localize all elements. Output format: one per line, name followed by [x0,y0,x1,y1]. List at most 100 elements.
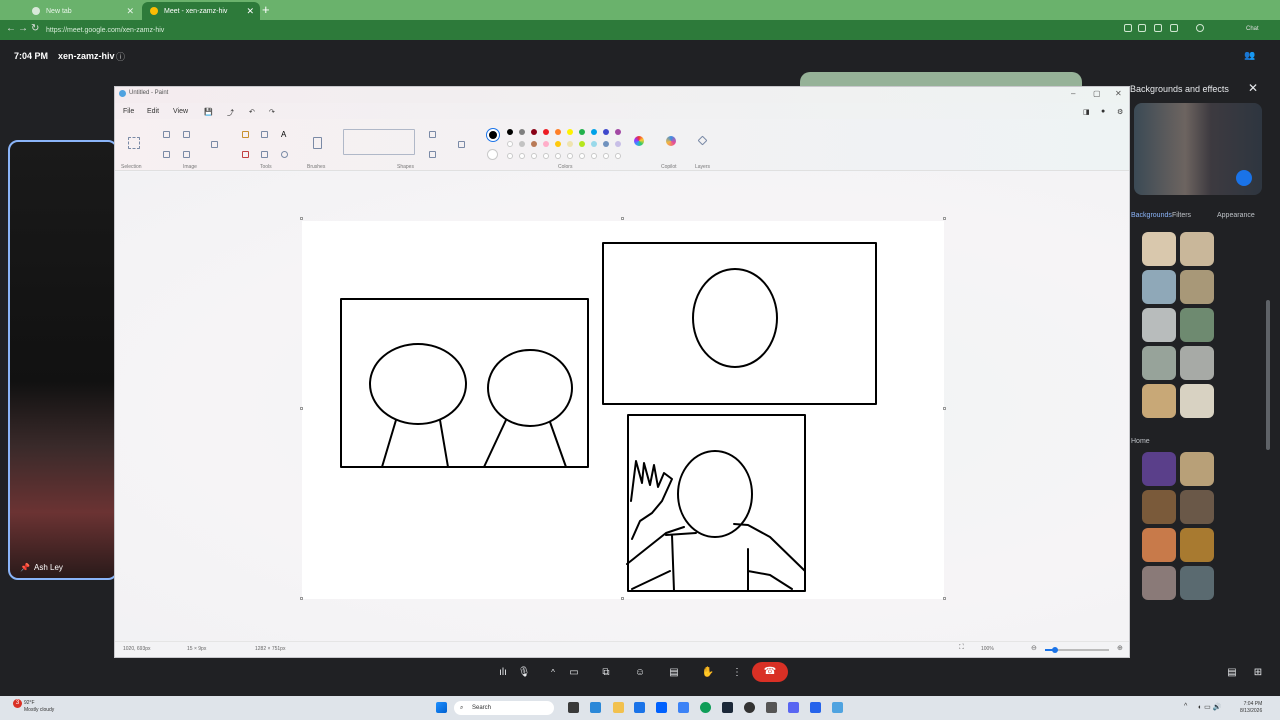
back-icon[interactable]: ← [6,23,16,34]
crop-icon[interactable] [163,131,170,138]
color-swatch[interactable] [555,141,561,147]
color-swatch[interactable] [567,141,573,147]
resize-handle[interactable] [300,217,303,220]
pin-icon[interactable]: 📌 [20,563,30,572]
people-icon[interactable]: 👥 [1244,50,1255,61]
drawing-canvas[interactable] [302,221,944,599]
close-icon[interactable]: ✕ [1115,89,1122,98]
activities-icon[interactable]: ⊞ [1246,664,1270,682]
emoji-reaction-icon[interactable]: ☺ [628,664,652,682]
resize-handle[interactable] [621,597,624,600]
profile-avatar-icon[interactable] [1196,24,1204,32]
url-field[interactable]: https://meet.google.com/xen-zamz-hiv [46,24,1116,37]
effects-layer-button[interactable] [1236,170,1252,186]
color-swatch[interactable] [555,153,561,159]
background-thumbnail[interactable] [1180,528,1214,562]
background-thumbnail[interactable] [1180,308,1214,342]
rotate-icon[interactable] [163,151,170,158]
obs-icon[interactable] [744,702,755,713]
share-icon[interactable]: ⤴ [227,108,234,118]
chat-icon[interactable]: ▤ [1220,664,1244,682]
resize-handle[interactable] [943,217,946,220]
tray-chevron-icon[interactable]: ^ [1184,703,1187,710]
taskbar-clock[interactable]: 7:04 PM 8/13/2026 [1240,701,1262,715]
participant-tile[interactable]: 📌 Ash Ley [8,140,118,580]
close-icon[interactable]: ✕ [246,6,254,17]
tab-meet[interactable]: Meet - xen-zamz-hiv ✕ [142,2,260,20]
chrome-icon[interactable] [700,702,711,713]
tab-appearance[interactable]: Appearance [1217,212,1255,219]
color-picker-icon[interactable] [261,151,268,158]
camera-icon[interactable]: ▭ [562,664,586,682]
resize-handle[interactable] [621,217,624,220]
background-thumbnail[interactable] [1142,452,1176,486]
settings-gear-icon[interactable]: ⚙ [1117,108,1123,116]
present-screen-icon[interactable]: ⧉ [594,664,618,682]
save-icon[interactable]: 💾 [204,108,213,116]
undo-icon[interactable]: ↶ [249,108,255,116]
new-tab-plus-icon[interactable]: + [262,2,270,17]
install-icon[interactable] [1124,24,1132,32]
text-tool-icon[interactable]: A [281,131,288,139]
task-view-icon[interactable] [568,702,579,713]
pencil-icon[interactable] [242,131,249,138]
account-icon[interactable]: ● [1101,108,1105,115]
captions-icon[interactable]: ▤ [662,664,686,682]
background-thumbnail[interactable] [1142,528,1176,562]
color-swatch[interactable] [567,129,573,135]
store-icon[interactable] [634,702,645,713]
color-swatch[interactable] [591,129,597,135]
color-swatch[interactable] [543,153,549,159]
color-swatch[interactable] [615,141,621,147]
color-swatch[interactable] [543,141,549,147]
edit-colors-icon[interactable] [634,136,644,146]
reload-icon[interactable]: ↻ [31,23,39,34]
image-select-icon[interactable] [211,141,218,148]
outline-icon[interactable] [429,131,436,138]
close-icon[interactable]: ✕ [1248,81,1258,95]
chat-button[interactable]: Chat [1246,26,1259,32]
copilot-icon[interactable] [666,136,676,146]
redo-icon[interactable]: ↷ [269,108,275,116]
color-swatch[interactable] [615,129,621,135]
color-swatch[interactable] [567,153,573,159]
flip-icon[interactable] [183,151,190,158]
color-swatch[interactable] [519,129,525,135]
maximize-icon[interactable]: ▢ [1093,89,1101,98]
taskbar-search[interactable]: ⌕ Search [454,701,554,715]
color-swatch[interactable] [507,129,513,135]
background-thumbnail[interactable] [1142,384,1176,418]
color-swatch[interactable] [507,153,513,159]
fill-bucket-icon[interactable] [261,131,268,138]
resize-handle[interactable] [300,597,303,600]
file-explorer-icon[interactable] [613,702,624,713]
color-swatch[interactable] [531,153,537,159]
magnifier-icon[interactable] [281,151,288,158]
fit-to-window-icon[interactable]: ⛶ [959,644,964,652]
tab-new-tab[interactable]: New tab ✕ [24,2,140,20]
background-thumbnail[interactable] [1142,232,1176,266]
color-swatch[interactable] [615,153,621,159]
shape-options-icon[interactable] [458,141,465,148]
color-swatch[interactable] [519,153,525,159]
microphone-icon[interactable]: 🎙 [512,664,536,682]
color-swatch[interactable] [579,141,585,147]
background-thumbnail[interactable] [1180,490,1214,524]
color-swatch[interactable] [507,141,513,147]
color-swatch[interactable] [519,141,525,147]
app-icon[interactable] [678,702,689,713]
panel-scrollbar[interactable] [1266,300,1270,450]
color-swatch[interactable] [591,153,597,159]
color-swatch[interactable] [543,129,549,135]
steam-icon[interactable] [722,702,733,713]
fill-icon[interactable] [429,151,436,158]
raise-hand-icon[interactable]: ✋ [696,664,720,682]
background-thumbnail[interactable] [1180,270,1214,304]
color-swatch[interactable] [531,141,537,147]
background-thumbnail[interactable] [1180,384,1214,418]
app-icon[interactable] [766,702,777,713]
zoom-level[interactable]: 100% [981,646,994,652]
color-swatch[interactable] [603,129,609,135]
minimize-icon[interactable]: – [1071,89,1075,98]
color-swatch[interactable] [591,141,597,147]
